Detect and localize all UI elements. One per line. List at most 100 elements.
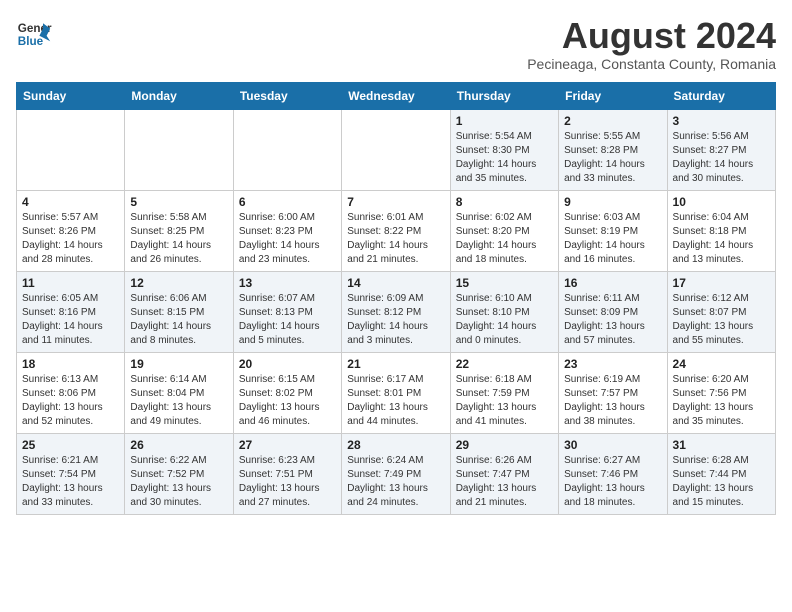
day-info: Sunrise: 5:56 AM Sunset: 8:27 PM Dayligh… — [673, 130, 770, 186]
day-info: Sunrise: 6:13 AM Sunset: 8:06 PM Dayligh… — [22, 373, 119, 429]
calendar-cell: 24 Sunrise: 6:20 AM Sunset: 7:56 PM Dayli… — [667, 352, 775, 433]
day-info: Sunrise: 6:04 AM Sunset: 8:18 PM Dayligh… — [673, 211, 770, 267]
day-info: Sunrise: 6:18 AM Sunset: 7:59 PM Dayligh… — [456, 373, 553, 429]
calendar-cell: 10 Sunrise: 6:04 AM Sunset: 8:18 PM Dayli… — [667, 190, 775, 271]
calendar-cell: 1 Sunrise: 5:54 AM Sunset: 8:30 PM Daylig… — [450, 109, 558, 190]
page-header: General Blue August 2024 Pecineaga, Cons… — [16, 16, 776, 72]
calendar-cell: 17 Sunrise: 6:12 AM Sunset: 8:07 PM Dayli… — [667, 271, 775, 352]
day-number: 3 — [673, 114, 770, 128]
calendar-cell: 12 Sunrise: 6:06 AM Sunset: 8:15 PM Dayli… — [125, 271, 233, 352]
day-number: 28 — [347, 438, 444, 452]
day-number: 17 — [673, 276, 770, 290]
day-number: 7 — [347, 195, 444, 209]
calendar-cell: 27Sunrise: 6:23 AM Sunset: 7:51 PM Dayli… — [233, 433, 341, 514]
day-info: Sunrise: 6:21 AM Sunset: 7:54 PM Dayligh… — [22, 454, 119, 510]
weekday-header: Monday — [125, 82, 233, 109]
day-info: Sunrise: 6:14 AM Sunset: 8:04 PM Dayligh… — [130, 373, 227, 429]
day-info: Sunrise: 6:19 AM Sunset: 7:57 PM Dayligh… — [564, 373, 661, 429]
day-info: Sunrise: 6:26 AM Sunset: 7:47 PM Dayligh… — [456, 454, 553, 510]
day-number: 24 — [673, 357, 770, 371]
day-info: Sunrise: 6:15 AM Sunset: 8:02 PM Dayligh… — [239, 373, 336, 429]
day-info: Sunrise: 5:58 AM Sunset: 8:25 PM Dayligh… — [130, 211, 227, 267]
day-info: Sunrise: 6:20 AM Sunset: 7:56 PM Dayligh… — [673, 373, 770, 429]
day-number: 23 — [564, 357, 661, 371]
day-number: 6 — [239, 195, 336, 209]
calendar-cell: 18 Sunrise: 6:13 AM Sunset: 8:06 PM Dayli… — [17, 352, 125, 433]
day-number: 2 — [564, 114, 661, 128]
day-info: Sunrise: 6:17 AM Sunset: 8:01 PM Dayligh… — [347, 373, 444, 429]
day-info: Sunrise: 6:01 AM Sunset: 8:22 PM Dayligh… — [347, 211, 444, 267]
calendar-cell: 22 Sunrise: 6:18 AM Sunset: 7:59 PM Dayli… — [450, 352, 558, 433]
day-info: Sunrise: 5:57 AM Sunset: 8:26 PM Dayligh… — [22, 211, 119, 267]
calendar-cell: 14 Sunrise: 6:09 AM Sunset: 8:12 PM Dayli… — [342, 271, 450, 352]
calendar-cell: 30 Sunrise: 6:27 AM Sunset: 7:46 PM Dayli… — [559, 433, 667, 514]
day-number: 19 — [130, 357, 227, 371]
day-number: 22 — [456, 357, 553, 371]
day-info: Sunrise: 6:22 AM Sunset: 7:52 PM Dayligh… — [130, 454, 227, 510]
weekday-header-row: SundayMondayTuesdayWednesdayThursdayFrid… — [17, 82, 776, 109]
day-number: 16 — [564, 276, 661, 290]
day-number: 14 — [347, 276, 444, 290]
day-number: 9 — [564, 195, 661, 209]
calendar-week-row: 1 Sunrise: 5:54 AM Sunset: 8:30 PM Daylig… — [17, 109, 776, 190]
calendar-cell: 19 Sunrise: 6:14 AM Sunset: 8:04 PM Dayli… — [125, 352, 233, 433]
day-info: Sunrise: 6:24 AM Sunset: 7:49 PM Dayligh… — [347, 454, 444, 510]
calendar-cell — [233, 109, 341, 190]
calendar-cell: 23 Sunrise: 6:19 AM Sunset: 7:57 PM Dayli… — [559, 352, 667, 433]
day-number: 21 — [347, 357, 444, 371]
day-number: 5 — [130, 195, 227, 209]
calendar-cell: 25 Sunrise: 6:21 AM Sunset: 7:54 PM Dayli… — [17, 433, 125, 514]
day-number: 1 — [456, 114, 553, 128]
calendar-week-row: 4Sunrise: 5:57 AM Sunset: 8:26 PM Daylig… — [17, 190, 776, 271]
calendar-cell: 29Sunrise: 6:26 AM Sunset: 7:47 PM Dayli… — [450, 433, 558, 514]
day-number: 18 — [22, 357, 119, 371]
day-info: Sunrise: 6:28 AM Sunset: 7:44 PM Dayligh… — [673, 454, 770, 510]
day-info: Sunrise: 6:05 AM Sunset: 8:16 PM Dayligh… — [22, 292, 119, 348]
month-title: August 2024 — [527, 16, 776, 56]
day-number: 25 — [22, 438, 119, 452]
day-number: 26 — [130, 438, 227, 452]
calendar-cell: 11Sunrise: 6:05 AM Sunset: 8:16 PM Dayli… — [17, 271, 125, 352]
day-number: 10 — [673, 195, 770, 209]
day-info: Sunrise: 6:12 AM Sunset: 8:07 PM Dayligh… — [673, 292, 770, 348]
calendar-week-row: 25 Sunrise: 6:21 AM Sunset: 7:54 PM Dayli… — [17, 433, 776, 514]
day-info: Sunrise: 6:07 AM Sunset: 8:13 PM Dayligh… — [239, 292, 336, 348]
weekday-header: Friday — [559, 82, 667, 109]
day-number: 15 — [456, 276, 553, 290]
calendar-cell: 5 Sunrise: 5:58 AM Sunset: 8:25 PM Daylig… — [125, 190, 233, 271]
calendar-cell: 28 Sunrise: 6:24 AM Sunset: 7:49 PM Dayli… — [342, 433, 450, 514]
day-info: Sunrise: 5:55 AM Sunset: 8:28 PM Dayligh… — [564, 130, 661, 186]
calendar-cell: 26 Sunrise: 6:22 AM Sunset: 7:52 PM Dayli… — [125, 433, 233, 514]
day-info: Sunrise: 6:02 AM Sunset: 8:20 PM Dayligh… — [456, 211, 553, 267]
calendar-week-row: 11Sunrise: 6:05 AM Sunset: 8:16 PM Dayli… — [17, 271, 776, 352]
day-number: 31 — [673, 438, 770, 452]
day-number: 20 — [239, 357, 336, 371]
day-info: Sunrise: 6:10 AM Sunset: 8:10 PM Dayligh… — [456, 292, 553, 348]
calendar-cell: 13 Sunrise: 6:07 AM Sunset: 8:13 PM Dayli… — [233, 271, 341, 352]
calendar-cell: 3 Sunrise: 5:56 AM Sunset: 8:27 PM Daylig… — [667, 109, 775, 190]
calendar-cell: 7 Sunrise: 6:01 AM Sunset: 8:22 PM Daylig… — [342, 190, 450, 271]
day-info: Sunrise: 6:06 AM Sunset: 8:15 PM Dayligh… — [130, 292, 227, 348]
weekday-header: Tuesday — [233, 82, 341, 109]
day-number: 13 — [239, 276, 336, 290]
calendar-cell: 4Sunrise: 5:57 AM Sunset: 8:26 PM Daylig… — [17, 190, 125, 271]
calendar-cell: 31 Sunrise: 6:28 AM Sunset: 7:44 PM Dayli… — [667, 433, 775, 514]
calendar-cell: 8Sunrise: 6:02 AM Sunset: 8:20 PM Daylig… — [450, 190, 558, 271]
calendar-cell: 16 Sunrise: 6:11 AM Sunset: 8:09 PM Dayli… — [559, 271, 667, 352]
calendar-week-row: 18 Sunrise: 6:13 AM Sunset: 8:06 PM Dayli… — [17, 352, 776, 433]
day-info: Sunrise: 6:00 AM Sunset: 8:23 PM Dayligh… — [239, 211, 336, 267]
calendar-cell — [125, 109, 233, 190]
day-info: Sunrise: 6:27 AM Sunset: 7:46 PM Dayligh… — [564, 454, 661, 510]
day-info: Sunrise: 6:09 AM Sunset: 8:12 PM Dayligh… — [347, 292, 444, 348]
day-info: Sunrise: 6:03 AM Sunset: 8:19 PM Dayligh… — [564, 211, 661, 267]
day-info: Sunrise: 6:23 AM Sunset: 7:51 PM Dayligh… — [239, 454, 336, 510]
weekday-header: Thursday — [450, 82, 558, 109]
weekday-header: Sunday — [17, 82, 125, 109]
logo: General Blue — [16, 16, 52, 52]
calendar-cell — [342, 109, 450, 190]
calendar-cell: 2 Sunrise: 5:55 AM Sunset: 8:28 PM Daylig… — [559, 109, 667, 190]
day-info: Sunrise: 6:11 AM Sunset: 8:09 PM Dayligh… — [564, 292, 661, 348]
day-number: 12 — [130, 276, 227, 290]
day-info: Sunrise: 5:54 AM Sunset: 8:30 PM Dayligh… — [456, 130, 553, 186]
day-number: 30 — [564, 438, 661, 452]
